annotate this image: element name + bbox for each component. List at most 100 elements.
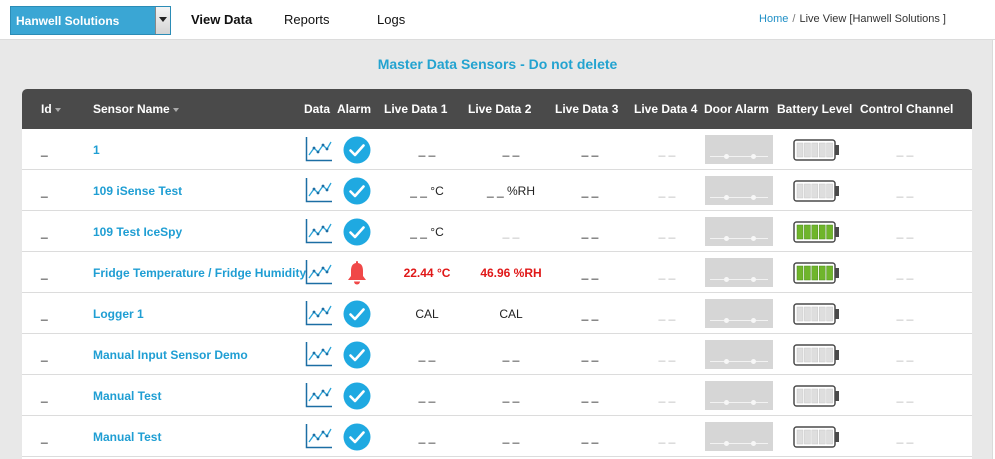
- door-alarm-indicator: [705, 299, 773, 328]
- top-toolbar: Hanwell Solutions View Data Reports Logs…: [0, 0, 995, 40]
- control-channel: _ _: [896, 143, 914, 157]
- sensor-id: _: [41, 143, 48, 157]
- line-chart-icon[interactable]: [305, 177, 333, 203]
- battery-icon: [793, 180, 841, 202]
- breadcrumb: Home / Live View [Hanwell Solutions ]: [759, 13, 946, 25]
- control-channel: _ _: [896, 266, 914, 280]
- sort-caret-icon: [54, 108, 61, 112]
- live-data-2: CAL: [499, 307, 523, 321]
- line-chart-icon[interactable]: [305, 300, 333, 326]
- live-data-3: _ _: [581, 430, 599, 444]
- alarm-ok-check-icon: [343, 218, 371, 246]
- table-row: _ Manual Test _ _ _ _ _ _ _ _ _ _: [22, 416, 972, 457]
- battery-icon: [793, 385, 841, 407]
- line-chart-icon[interactable]: [305, 259, 333, 285]
- table-row: _ Logger 1 CAL CAL _ _ _ _ _ _: [22, 293, 972, 334]
- table-row: _ 109 iSense Test _ _ °C _ _ %RH _ _ _ _…: [22, 170, 972, 211]
- live-data-1: _ _: [418, 430, 436, 444]
- sensor-name-link[interactable]: Logger 1: [93, 307, 144, 321]
- live-data-4: _ _: [658, 307, 676, 321]
- line-chart-icon[interactable]: [305, 423, 333, 449]
- column-header-alarm: Alarm: [337, 102, 372, 116]
- sensor-name-link[interactable]: Manual Test: [93, 389, 161, 403]
- live-data-3: _ _: [581, 225, 599, 239]
- sensor-id: _: [41, 184, 48, 198]
- control-channel: _ _: [896, 184, 914, 198]
- sensor-id: _: [41, 430, 48, 444]
- breadcrumb-current: Live View [Hanwell Solutions ]: [799, 13, 946, 25]
- column-header-sensor-name-label: Sensor Name: [93, 102, 170, 116]
- sensor-id: _: [41, 307, 48, 321]
- live-data-3: _ _: [581, 266, 599, 280]
- live-data-3: _ _: [581, 184, 599, 198]
- sensor-name-link[interactable]: 109 iSense Test: [93, 184, 182, 198]
- live-data-4: _ _: [658, 430, 676, 444]
- control-channel: _ _: [896, 225, 914, 239]
- control-channel: _ _: [896, 389, 914, 403]
- table-header: Id Sensor Name Data Alarm Live Data 1 Li…: [22, 89, 972, 129]
- alarm-ok-check-icon: [343, 136, 371, 164]
- breadcrumb-separator: /: [792, 13, 796, 25]
- live-data-1: _ _: [418, 143, 436, 157]
- alarm-ok-check-icon: [343, 341, 371, 369]
- column-header-id-label: Id: [41, 102, 52, 116]
- column-header-data: Data: [304, 102, 331, 116]
- company-select[interactable]: Hanwell Solutions: [10, 6, 171, 35]
- table-row: _ 1 _ _ _ _ _ _ _ _ _ _: [22, 129, 972, 170]
- line-chart-icon[interactable]: [305, 136, 333, 162]
- sensor-name-link[interactable]: Manual Input Sensor Demo: [93, 348, 248, 362]
- live-data-4: _ _: [658, 143, 676, 157]
- door-alarm-indicator: [705, 381, 773, 410]
- alarm-ok-check-icon: [343, 382, 371, 410]
- door-alarm-indicator: [705, 258, 773, 287]
- battery-icon: [793, 344, 841, 366]
- column-header-door-alarm: Door Alarm: [704, 102, 769, 116]
- column-header-live-data-2: Live Data 2: [468, 102, 532, 116]
- sensor-name-link[interactable]: 109 Test IceSpy: [93, 225, 182, 239]
- nav-logs[interactable]: Logs: [377, 12, 405, 27]
- live-data-4: _ _: [658, 225, 676, 239]
- nav-view-data[interactable]: View Data: [191, 12, 252, 27]
- door-alarm-indicator: [705, 340, 773, 369]
- live-data-1: 22.44 °C: [403, 266, 451, 280]
- sensor-id: _: [41, 266, 48, 280]
- live-data-4: _ _: [658, 348, 676, 362]
- column-header-id[interactable]: Id: [41, 102, 61, 116]
- control-channel: _ _: [896, 307, 914, 321]
- door-alarm-indicator: [705, 217, 773, 246]
- line-chart-icon[interactable]: [305, 341, 333, 367]
- live-data-4: _ _: [658, 184, 676, 198]
- sensor-id: _: [41, 389, 48, 403]
- alarm-ok-check-icon: [343, 177, 371, 205]
- live-data-3: _ _: [581, 348, 599, 362]
- breadcrumb-home-link[interactable]: Home: [759, 13, 788, 25]
- table-row: _ 109 Test IceSpy _ _ °C _ _ _ _ _ _ _ _: [22, 211, 972, 252]
- live-data-3: _ _: [581, 389, 599, 403]
- live-data-1: _ _ °C: [410, 225, 444, 239]
- table-row: _ Manual Input Sensor Demo _ _ _ _ _ _ _…: [22, 334, 972, 375]
- sensor-name-link[interactable]: Fridge Temperature / Fridge Humidity: [93, 266, 306, 280]
- line-chart-icon[interactable]: [305, 382, 333, 408]
- column-header-live-data-4: Live Data 4: [634, 102, 698, 116]
- battery-icon: [793, 221, 841, 243]
- page-title: Master Data Sensors - Do not delete: [377, 56, 618, 72]
- battery-icon: [793, 426, 841, 448]
- control-channel: _ _: [896, 348, 914, 362]
- dropdown-arrow-icon[interactable]: [155, 7, 170, 34]
- live-data-2: _ _: [502, 430, 520, 444]
- live-data-1: CAL: [415, 307, 439, 321]
- live-data-1: _ _: [418, 389, 436, 403]
- sensor-name-link[interactable]: 1: [93, 143, 100, 157]
- column-header-live-data-1: Live Data 1: [384, 102, 448, 116]
- column-header-sensor-name[interactable]: Sensor Name: [93, 102, 179, 116]
- nav-reports[interactable]: Reports: [284, 12, 330, 27]
- sensor-table: Id Sensor Name Data Alarm Live Data 1 Li…: [22, 89, 972, 459]
- battery-icon: [793, 262, 841, 284]
- sensor-id: _: [41, 225, 48, 239]
- column-header-control-channel: Control Channel: [860, 102, 954, 116]
- live-data-4: _ _: [658, 389, 676, 403]
- alarm-ok-check-icon: [343, 423, 371, 451]
- sensor-name-link[interactable]: Manual Test: [93, 430, 161, 444]
- live-data-2: 46.96 %RH: [480, 266, 542, 280]
- line-chart-icon[interactable]: [305, 218, 333, 244]
